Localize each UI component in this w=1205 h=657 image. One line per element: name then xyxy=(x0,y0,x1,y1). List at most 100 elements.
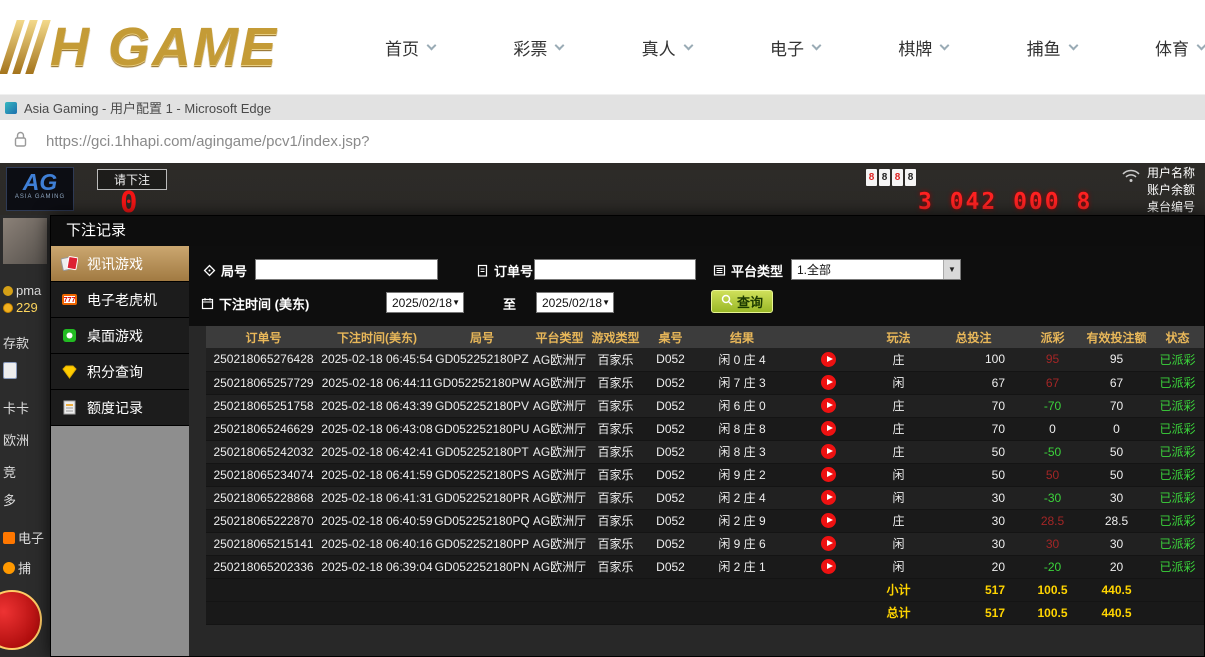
lock-icon[interactable] xyxy=(13,131,28,152)
method-cell: 庄 xyxy=(871,348,926,371)
method-cell: 庄 xyxy=(871,394,926,417)
bg-menu-item[interactable]: pma xyxy=(3,283,41,298)
valid-cell: 0 xyxy=(1084,417,1149,440)
bet-records-table: 订单号下注时间(美东)局号平台类型游戏类型桌号结果玩法总投注派彩有效投注额状态 2… xyxy=(206,326,1204,625)
platform-cell: AG欧洲厅 xyxy=(531,486,588,509)
sidebar-item-2[interactable]: 777电子老虎机 xyxy=(51,282,189,318)
order-number-label: 订单号 xyxy=(476,259,533,281)
bg-menu-item[interactable]: 捕 xyxy=(3,558,31,577)
time-cell: 2025-02-18 06:43:39 xyxy=(321,394,433,417)
url-text: https://gci.1hhapi.com/agingame/pcv1/ind… xyxy=(46,133,370,150)
payout-cell: -70 xyxy=(1021,394,1084,417)
table-header-row: 订单号下注时间(美东)局号平台类型游戏类型桌号结果玩法总投注派彩有效投注额状态 xyxy=(206,326,1204,348)
payout-cell: -20 xyxy=(1021,555,1084,578)
address-bar[interactable]: https://gci.1hhapi.com/agingame/pcv1/ind… xyxy=(0,120,1205,163)
play-icon[interactable] xyxy=(821,467,836,482)
filter-bar: 局号 订单号 xyxy=(189,246,1204,326)
result-cell: 闲 8 庄 3 xyxy=(698,440,786,463)
round-cell: GD052252180PR xyxy=(433,486,531,509)
order-number-input[interactable] xyxy=(534,259,696,280)
sidebar-item-4[interactable]: 积分查询 xyxy=(51,354,189,390)
platform-type-select[interactable]: 1.全部 ▼ xyxy=(791,259,961,280)
round-number-label-text: 局号 xyxy=(221,261,247,280)
play-icon[interactable] xyxy=(821,375,836,390)
nav-item-2[interactable]: 彩票 xyxy=(513,35,563,60)
replay-cell xyxy=(786,486,871,509)
method-cell: 庄 xyxy=(871,417,926,440)
order-cell: 250218065202336 xyxy=(206,555,321,578)
play-icon[interactable] xyxy=(821,513,836,528)
method-cell: 庄 xyxy=(871,440,926,463)
play-icon[interactable] xyxy=(821,398,836,413)
play-icon[interactable] xyxy=(821,559,836,574)
replay-cell xyxy=(786,348,871,371)
promo-badge[interactable] xyxy=(0,590,42,650)
empty-cell xyxy=(588,601,643,624)
round-number-label: 局号 xyxy=(203,259,247,281)
bg-menu-item[interactable]: 229 xyxy=(3,300,38,315)
platform-cell: AG欧洲厅 xyxy=(531,532,588,555)
empty-cell xyxy=(531,578,588,601)
table-no-cell: D052 xyxy=(643,371,698,394)
game-content: AG ASIA GAMING 请下注 0 8888 3 042 000 8 用户… xyxy=(0,163,1205,657)
search-icon xyxy=(721,294,733,309)
result-cell: 闲 8 庄 8 xyxy=(698,417,786,440)
play-icon[interactable] xyxy=(821,536,836,551)
bg-menu-item[interactable]: 欧洲 xyxy=(3,430,29,449)
bg-menu-item[interactable]: 电子 xyxy=(3,528,44,547)
table-no-cell: D052 xyxy=(643,348,698,371)
order-number-label-text: 订单号 xyxy=(494,261,533,280)
nav-item-label: 体育 xyxy=(1155,35,1189,60)
sidebar-item-label: 额度记录 xyxy=(87,398,143,418)
game-cell: 百家乐 xyxy=(588,532,643,555)
dealt-cards: 8888 xyxy=(866,169,916,186)
chevron-down-icon xyxy=(1068,40,1078,50)
table-no-cell: D052 xyxy=(643,509,698,532)
round-number-input[interactable] xyxy=(255,259,438,280)
method-cell: 闲 xyxy=(871,371,926,394)
logo-text: H GAME xyxy=(50,16,278,78)
sidebar-item-1[interactable]: 视讯游戏 xyxy=(51,246,189,282)
round-cell: GD052252180PZ xyxy=(433,348,531,371)
total-valid-bet: 440.5 xyxy=(1084,601,1149,624)
nav-item-5[interactable]: 棋牌 xyxy=(898,35,948,60)
order-cell: 250218065246629 xyxy=(206,417,321,440)
date-from-select[interactable]: 2025/02/18 ▼ xyxy=(386,292,464,313)
playing-card: 8 xyxy=(879,169,890,186)
play-icon[interactable] xyxy=(821,352,836,367)
nav-item-6[interactable]: 捕鱼 xyxy=(1027,35,1077,60)
nav-item-7[interactable]: 体育 xyxy=(1155,35,1205,60)
nav-item-4[interactable]: 电子 xyxy=(770,35,820,60)
query-button[interactable]: 查询 xyxy=(711,290,773,313)
play-icon[interactable] xyxy=(821,444,836,459)
empty-cell xyxy=(698,578,786,601)
replay-cell xyxy=(786,532,871,555)
bg-menu-item[interactable]: 存款 xyxy=(3,333,29,352)
account-info-label: 账户余额 xyxy=(1147,182,1205,199)
site-logo[interactable]: H GAME xyxy=(0,16,330,78)
play-icon[interactable] xyxy=(821,490,836,505)
table-row: 2502180652517582025-02-18 06:43:39GD0522… xyxy=(206,394,1204,417)
valid-cell: 30 xyxy=(1084,532,1149,555)
fish-icon xyxy=(3,562,15,574)
nav-item-1[interactable]: 首页 xyxy=(385,35,435,60)
play-icon[interactable] xyxy=(821,421,836,436)
chevron-down-icon xyxy=(940,40,950,50)
sidebar-item-3[interactable]: 桌面游戏 xyxy=(51,318,189,354)
wifi-icon xyxy=(1122,169,1140,188)
replay-cell xyxy=(786,509,871,532)
date-to-select[interactable]: 2025/02/18 ▼ xyxy=(536,292,614,313)
subtotal-row: 小计517100.5440.5 xyxy=(206,578,1204,601)
time-cell: 2025-02-18 06:43:08 xyxy=(321,417,433,440)
dropdown-arrow-icon: ▼ xyxy=(602,298,614,307)
valid-cell: 20 xyxy=(1084,555,1149,578)
bg-menu-item[interactable]: 竞 xyxy=(3,462,16,481)
bg-menu-item[interactable]: 卡卡 xyxy=(3,398,29,417)
nav-item-3[interactable]: 真人 xyxy=(642,35,692,60)
bg-menu-item[interactable] xyxy=(3,362,17,379)
edge-window-icon xyxy=(5,102,17,114)
slots-icon: 777 xyxy=(61,291,78,308)
bg-menu-item[interactable]: 多 xyxy=(3,490,16,509)
ag-logo: AG ASIA GAMING xyxy=(6,167,74,211)
sidebar-item-5[interactable]: 额度记录 xyxy=(51,390,189,426)
